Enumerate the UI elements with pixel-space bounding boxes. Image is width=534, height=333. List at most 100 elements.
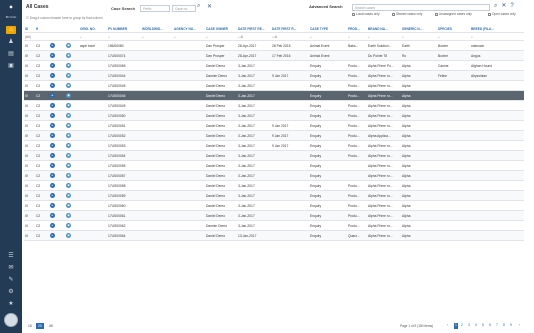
close-icon[interactable]: ✕ <box>501 3 506 9</box>
advanced-search-input[interactable]: Search cases <box>352 4 490 11</box>
col-breed[interactable]: BREED (FILA... <box>470 27 505 31</box>
table-row[interactable]: III C2 ▸ ◉ 17US00059 Daniel Demo 3-Jan-2017 Enq… <box>24 191 524 201</box>
close-icon[interactable]: ✕ <box>207 3 212 10</box>
open-case-icon[interactable]: ▸ <box>49 223 65 228</box>
local-cases-checkbox[interactable]: Local cases only <box>352 12 380 16</box>
prefix-input[interactable]: Prefix <box>140 5 170 12</box>
view-case-icon[interactable]: ◉ <box>65 193 79 198</box>
table-row[interactable]: III C2 ▸ ◉ 17US00055 Daniel Demo 3-Jan-2017 Enq… <box>24 161 524 171</box>
col-date-first-1[interactable]: DATE FIRST RE... <box>237 27 271 31</box>
filter-owner[interactable]: ⌕ <box>205 35 237 39</box>
col-owner[interactable]: CASE OWNER <box>205 27 237 31</box>
table-row[interactable]: III C2 ▸ ◉ asph bcmf 156/00080 Dan Prosper 28-A… <box>24 41 524 51</box>
view-case-icon[interactable]: ◉ <box>65 143 79 148</box>
table-row[interactable]: III C2 ▸ ◉ 17US00074 Dan Prosper 28-Apr-2017 17… <box>24 51 524 61</box>
table-row[interactable]: III C2 ▸ ◉ 17US00051 Daniel Demo 3-Jan-2017 9 J… <box>24 121 524 131</box>
users-icon[interactable]: ♟ <box>6 38 16 46</box>
col-agency[interactable]: AGENCY NU... <box>173 27 205 31</box>
col-worldwide[interactable]: WORLDWID... <box>141 27 173 31</box>
table-row[interactable]: III C2 ▸ ◉ 17US00057 Daniel Demo 3-Jan-2017 Enq… <box>24 171 524 181</box>
table-row[interactable]: III C2 ▸ ◉ 17US00046 Daniel Demo 3-Jan-2017 Enq… <box>24 91 524 101</box>
advanced-search-label[interactable]: Advanced Search <box>309 4 343 9</box>
open-case-icon[interactable]: ▸ <box>49 203 65 208</box>
open-case-icon[interactable]: ▸ <box>49 173 65 178</box>
view-case-icon[interactable]: ◉ <box>65 123 79 128</box>
view-case-icon[interactable]: ◉ <box>65 53 79 58</box>
open-case-icon[interactable]: ▸ <box>49 193 65 198</box>
star-icon[interactable]: ★ <box>6 300 16 308</box>
filter-prod[interactable]: ⌕ <box>347 35 367 39</box>
col-prod[interactable]: PROD... <box>347 27 367 31</box>
open-case-icon[interactable]: ▸ <box>49 83 65 88</box>
col-pv[interactable]: PV NUMBER <box>107 27 141 31</box>
col-species[interactable]: SPECIES <box>437 27 470 31</box>
view-case-icon[interactable]: ◉ <box>65 153 79 158</box>
view-case-icon[interactable]: ◉ <box>65 73 79 78</box>
open-case-icon[interactable]: ▸ <box>49 183 65 188</box>
open-case-icon[interactable]: ▸ <box>49 133 65 138</box>
case-no-input[interactable]: Case no <box>172 5 196 12</box>
open-case-icon[interactable]: ▸ <box>49 43 65 48</box>
unassigned-cases-checkbox[interactable]: Unassigned cases only <box>435 12 472 16</box>
open-case-icon[interactable]: ▸ <box>49 123 65 128</box>
page-size-40[interactable]: 40 <box>47 323 55 329</box>
view-case-icon[interactable]: ◉ <box>65 113 79 118</box>
table-row[interactable]: III C2 ▸ ◉ 17US00049 Daniel Demo 3-Jan-2017 Enq… <box>24 101 524 111</box>
view-case-icon[interactable]: ◉ <box>65 233 79 238</box>
starred-cases-checkbox[interactable]: Starred cases only <box>392 12 422 16</box>
cases-icon[interactable]: ⌂ <box>6 26 16 34</box>
page-button[interactable]: 9 <box>510 323 512 329</box>
filter-worldwide[interactable]: ⌕ <box>141 35 173 39</box>
filter-species[interactable]: ⌕ <box>437 35 470 39</box>
page-button[interactable]: 7 <box>496 323 498 329</box>
filter-date-2[interactable]: ⌕ ▦ <box>271 35 309 39</box>
col-r[interactable]: R <box>35 27 49 31</box>
filter-breed[interactable]: ⌕ <box>470 35 505 39</box>
table-row[interactable]: III C2 ▸ ◉ 17US00050 Daniel Demo 3-Jan-2017 Enq… <box>24 111 524 121</box>
prev-page-icon[interactable]: ‹ <box>447 323 448 329</box>
col-generic[interactable]: GENERIC N... <box>401 27 437 31</box>
open-case-icon[interactable]: ▸ <box>49 143 65 148</box>
help-icon[interactable]: ? <box>510 3 513 9</box>
table-row[interactable]: III C2 ▸ ◉ 17US00062 Damien Demo 3-Jan-2017 Enq… <box>24 221 524 231</box>
table-row[interactable]: III C2 ▸ ◉ 17US00054 Daniel Demo 3-Jan-2017 Enq… <box>24 151 524 161</box>
filter-pv[interactable]: ⌕ <box>107 35 141 39</box>
avatar[interactable] <box>4 313 18 327</box>
page-button[interactable]: 4 <box>475 323 477 329</box>
filter-generic[interactable]: ⌕ <box>401 35 437 39</box>
filter-orig[interactable]: ⌕ <box>79 35 107 39</box>
col-orig[interactable]: ORIG. NO. <box>79 27 107 31</box>
table-row[interactable]: III C2 ▸ ◉ 17US00061 Daniel Demo 3-Jan-2017 Enq… <box>24 211 524 221</box>
table-row[interactable]: III C2 ▸ ◉ 17US00052 Daniel Demo 3-Jan-2017 9 J… <box>24 131 524 141</box>
page-size-10[interactable]: 10 <box>26 323 34 329</box>
filter-id[interactable]: (All) <box>24 35 35 39</box>
col-case-type[interactable]: CASE TYPE <box>309 27 347 31</box>
view-case-icon[interactable]: ◉ <box>65 203 79 208</box>
view-case-icon[interactable]: ◉ <box>65 103 79 108</box>
page-button[interactable]: 5 <box>482 323 484 329</box>
page-button[interactable]: 3 <box>468 323 470 329</box>
view-case-icon[interactable]: ◉ <box>65 173 79 178</box>
settings-icon[interactable]: ⚙ <box>6 288 16 296</box>
table-row[interactable]: III C2 ▸ ◉ 17US00044 Damien Demo 3-Jan-2017 9 J… <box>24 71 524 81</box>
table-row[interactable]: III C2 ▸ ◉ 17US00058 Daniel Demo 3-Jan-2017 Enq… <box>24 181 524 191</box>
view-case-icon[interactable]: ◉ <box>65 43 79 48</box>
col-id[interactable]: ID <box>24 27 35 31</box>
search-icon[interactable]: ⌕ <box>494 3 497 9</box>
open-case-icon[interactable]: ▸ <box>49 53 65 58</box>
table-row[interactable]: III C2 ▸ ◉ 17US00053 Daniel Demo 3-Jan-2017 9 J… <box>24 141 524 151</box>
view-case-icon[interactable]: ◉ <box>65 213 79 218</box>
open-case-icon[interactable]: ▸ <box>49 103 65 108</box>
filter-agency[interactable]: ⌕ <box>173 35 205 39</box>
open-case-icon[interactable]: ▸ <box>49 63 65 68</box>
page-button[interactable]: 8 <box>503 323 505 329</box>
open-case-icon[interactable]: ▸ <box>49 213 65 218</box>
open-case-icon[interactable]: ▸ <box>49 73 65 78</box>
list-icon[interactable]: ☰ <box>6 252 16 260</box>
edit-icon[interactable]: ✎ <box>6 276 16 284</box>
filter-brand[interactable]: ⌕ <box>367 35 401 39</box>
search-icon[interactable]: ⌕ <box>197 3 200 10</box>
open-case-icon[interactable]: ▸ <box>49 113 65 118</box>
col-date-first-2[interactable]: DATE FIRST R... <box>271 27 309 31</box>
open-case-icon[interactable]: ▸ <box>49 153 65 158</box>
